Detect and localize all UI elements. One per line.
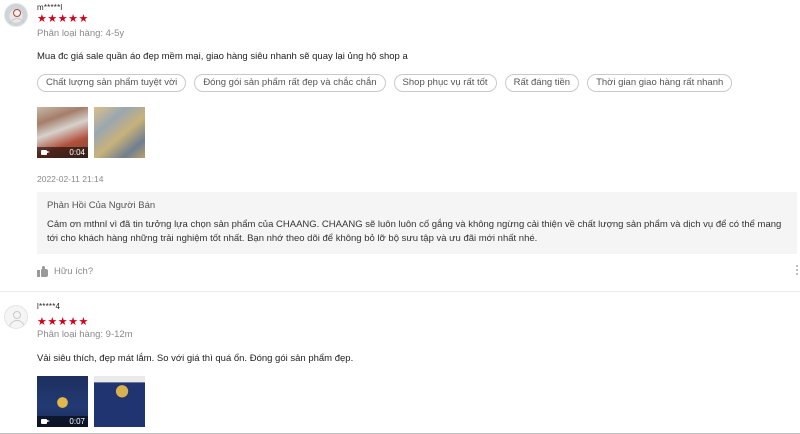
review-tag: Chất lượng sản phẩm tuyệt vời — [37, 74, 187, 92]
seller-reply: Phản Hồi Của Người Bán Cảm ơn mthnl vì đ… — [37, 192, 797, 254]
video-duration: 0:04 — [69, 148, 85, 157]
user-avatar[interactable] — [4, 3, 28, 27]
thumbs-up-icon — [37, 266, 48, 277]
review-text: Mua đc giá sale quần áo đẹp mềm mại, gia… — [37, 51, 408, 62]
user-avatar-icon[interactable] — [4, 305, 28, 329]
review-datetime: 2022-02-11 21:14 — [37, 174, 104, 184]
rating-stars: ★★★★★ — [37, 13, 89, 25]
review-item: m*****l ★★★★★ Phân loại hàng: 4-5y Mua đ… — [0, 0, 800, 290]
rating-stars: ★★★★★ — [37, 316, 89, 328]
reviewer-username: l*****4 — [37, 302, 61, 311]
helpful-button[interactable]: Hữu ích? — [37, 266, 93, 277]
review-text: Vải siêu thích, đẹp mát lắm. So với giá … — [37, 353, 354, 364]
review-media: 0:07 — [37, 376, 145, 427]
review-tag: Rất đáng tiền — [504, 74, 580, 92]
video-camera-icon — [41, 419, 50, 424]
seller-reply-text: Cảm ơn mthnl vì đã tin tưởng lựa chọn sả… — [47, 219, 782, 244]
video-duration: 0:07 — [69, 417, 85, 426]
seller-reply-title: Phản Hồi Của Người Bán — [47, 200, 156, 211]
review-video-thumbnail[interactable]: 0:04 — [37, 107, 88, 158]
review-tag: Shop phục vụ rất tốt — [393, 74, 497, 92]
variant-label: Phân loại hàng: 4-5y — [37, 28, 125, 39]
review-image-thumbnail[interactable] — [94, 376, 145, 427]
review-tag: Thời gian giao hàng rất nhanh — [587, 74, 733, 92]
review-item: l*****4 ★★★★★ Phân loại hàng: 9-12m Vải … — [0, 292, 800, 434]
review-image-thumbnail[interactable] — [94, 107, 145, 158]
review-tag: Đóng gói sản phẩm rất đẹp và chắc chắn — [194, 74, 386, 92]
video-camera-icon — [41, 150, 50, 155]
more-vertical-icon[interactable] — [794, 265, 800, 275]
variant-label: Phân loại hàng: 9-12m — [37, 329, 133, 340]
review-tags: Chất lượng sản phẩm tuyệt vời Đóng gói s… — [37, 74, 733, 92]
helpful-label: Hữu ích? — [54, 266, 94, 277]
review-media: 0:04 — [37, 107, 145, 158]
reviewer-username: m*****l — [37, 3, 63, 12]
review-video-thumbnail[interactable]: 0:07 — [37, 376, 88, 427]
